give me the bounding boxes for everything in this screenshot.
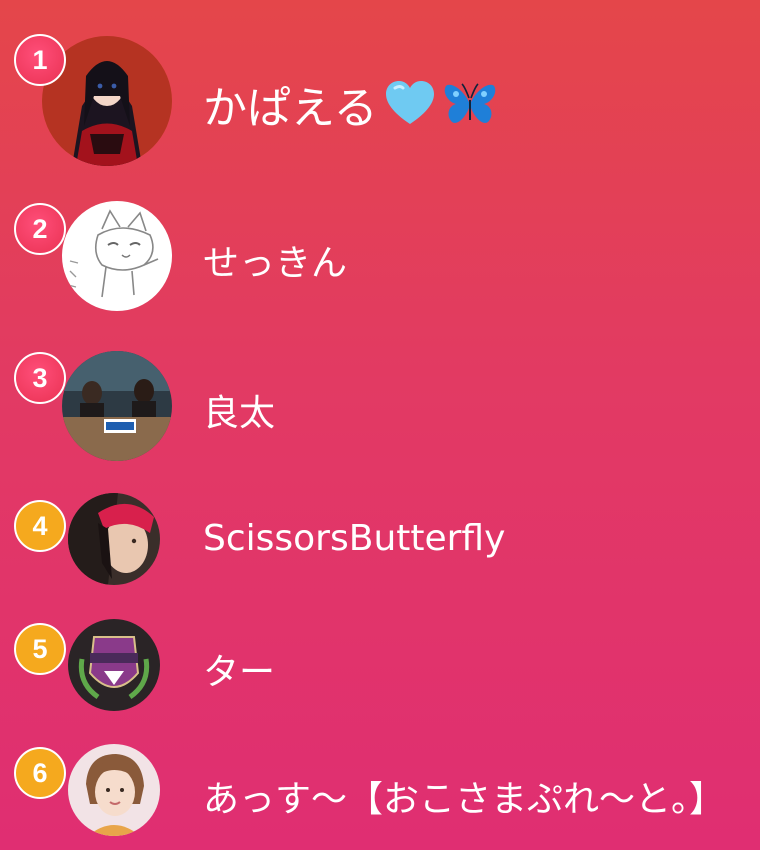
display-name-6[interactable]: あっす〜【おこさまぷれ〜と。】 <box>203 770 725 822</box>
rank-badge-4: 4 <box>14 500 66 552</box>
rank-badge-2: 2 <box>14 203 66 255</box>
light-blue-heart-icon <box>385 81 434 124</box>
rank-badge-1: 1 <box>14 34 66 86</box>
rank-badge-6: 6 <box>14 747 66 799</box>
radio-studio-avatar-image <box>62 351 172 461</box>
avatar-4[interactable] <box>68 493 160 585</box>
display-name-2[interactable]: せっきん <box>203 234 347 286</box>
team-emblem-avatar-image <box>68 619 160 711</box>
avatar-6[interactable] <box>68 744 160 836</box>
person-photo-avatar-image <box>68 744 160 836</box>
cat-drawing-avatar-image <box>62 201 172 311</box>
blue-butterfly-icon <box>444 83 495 123</box>
display-name-3[interactable]: 良太 <box>203 384 275 436</box>
display-name-4[interactable]: ScissorsButterfly <box>203 518 505 559</box>
person-portrait-avatar-image <box>68 493 160 585</box>
display-name-1[interactable]: かぱえる <box>203 72 498 136</box>
display-name-5[interactable]: ター <box>203 643 275 695</box>
avatar-2[interactable] <box>62 201 172 311</box>
display-name-1-text: かぱえる <box>203 83 378 134</box>
avatar-3[interactable] <box>62 351 172 461</box>
ranking-list: 1 かぱえる 2 せっきん 3 良太 4 ScissorsButterfly 5… <box>0 0 760 850</box>
avatar-5[interactable] <box>68 619 160 711</box>
rank-badge-5: 5 <box>14 623 66 675</box>
rank-badge-3: 3 <box>14 352 66 404</box>
